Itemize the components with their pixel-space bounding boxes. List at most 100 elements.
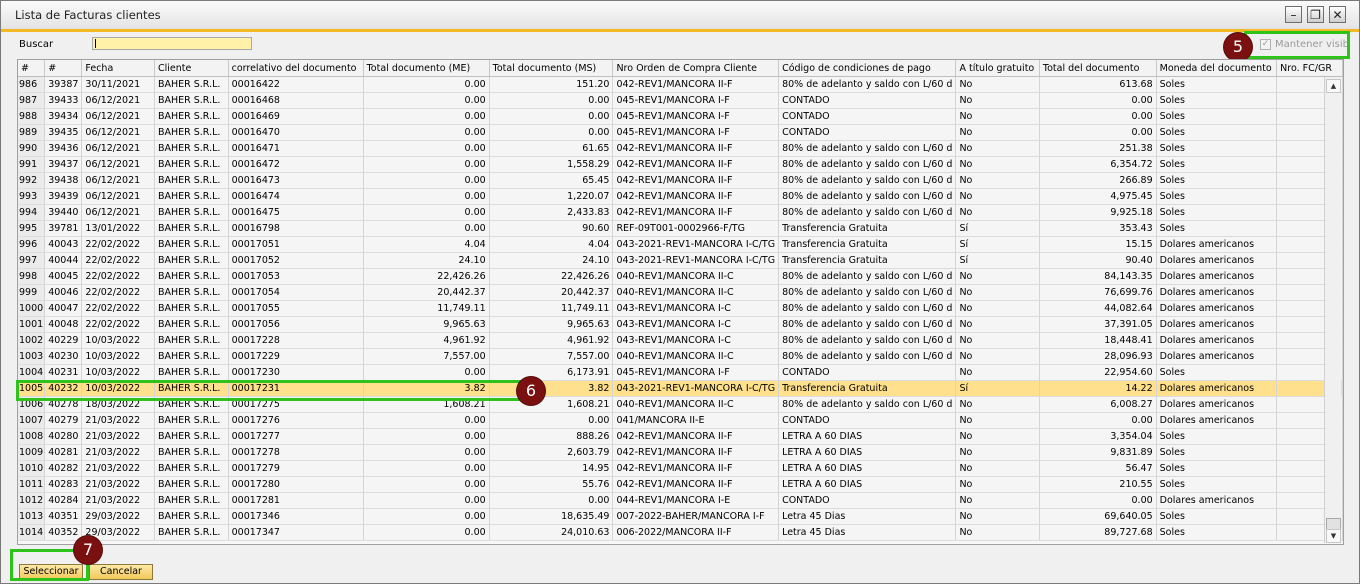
- table-row[interactable]: 988 39434 06/12/2021 BAHER S.R.L. 00016469 0.…: [18, 108, 1343, 125]
- table-row[interactable]: 997 40044 22/02/2022 BAHER S.R.L. 00017052 24…: [18, 252, 1343, 269]
- table-cell: 22,426.26: [363, 268, 490, 285]
- table-cell: 00017347: [228, 524, 364, 541]
- row-number-cell: 992: [18, 172, 46, 189]
- table-cell: 11,749.11: [363, 300, 490, 317]
- table-row[interactable]: 998 40045 22/02/2022 BAHER S.R.L. 00017053 22…: [18, 268, 1343, 285]
- table-cell: 045-REV1/MANCORA I-F: [612, 364, 780, 381]
- table-cell: 0.00: [363, 108, 490, 125]
- table-cell: 06/12/2021: [81, 188, 155, 205]
- table-cell: 0.00: [363, 140, 490, 157]
- search-label: Buscar: [19, 39, 54, 50]
- column-header[interactable]: #: [18, 60, 46, 77]
- table-cell: 14.22: [1039, 380, 1157, 397]
- column-header[interactable]: Cliente: [154, 60, 229, 77]
- table-cell: 24.10: [363, 252, 490, 269]
- table-cell: No: [955, 268, 1040, 285]
- table-cell: 13/01/2022: [81, 220, 155, 237]
- row-number-cell: 1007: [18, 412, 46, 429]
- table-cell: 06/12/2021: [81, 108, 155, 125]
- column-header[interactable]: Nro. FC/GR: [1276, 60, 1343, 77]
- column-header[interactable]: Moneda del documento: [1156, 60, 1278, 77]
- table-row[interactable]: 1003 40230 10/03/2022 BAHER S.R.L. 00017229 7…: [18, 348, 1343, 365]
- table-cell: No: [955, 204, 1040, 221]
- table-cell: Soles: [1156, 140, 1278, 157]
- table-cell: 22,426.26: [489, 268, 614, 285]
- table-cell: BAHER S.R.L.: [154, 220, 229, 237]
- scroll-down-icon[interactable]: ▼: [1326, 529, 1341, 543]
- table-cell: 80% de adelanto y saldo con L/60 d: [778, 76, 957, 93]
- table-row[interactable]: 1013 40351 29/03/2022 BAHER S.R.L. 00017346 0…: [18, 508, 1343, 525]
- table-row[interactable]: 987 39433 06/12/2021 BAHER S.R.L. 00016468 0.…: [18, 92, 1343, 109]
- table-row[interactable]: 992 39438 06/12/2021 BAHER S.R.L. 00016473 0.…: [18, 172, 1343, 189]
- table-cell: 39437: [44, 156, 83, 173]
- column-header[interactable]: Total documento (ME): [363, 60, 490, 77]
- table-row[interactable]: 1000 40047 22/02/2022 BAHER S.R.L. 00017055 1…: [18, 300, 1343, 317]
- search-input[interactable]: [92, 37, 252, 50]
- vertical-scrollbar[interactable]: ▲ ▼: [1324, 77, 1341, 543]
- column-header[interactable]: Total documento (MS): [489, 60, 614, 77]
- table-row[interactable]: 989 39435 06/12/2021 BAHER S.R.L. 00016470 0.…: [18, 124, 1343, 141]
- table-cell: 00016422: [228, 76, 364, 93]
- table-cell: 39781: [44, 220, 83, 237]
- column-header[interactable]: A título gratuito: [955, 60, 1040, 77]
- table-cell: 80% de adelanto y saldo con L/60 d: [778, 348, 957, 365]
- table-cell: 40231: [44, 364, 83, 381]
- table-cell: BAHER S.R.L.: [154, 92, 229, 109]
- table-row[interactable]: 986 39387 30/11/2021 BAHER S.R.L. 00016422 0.…: [18, 76, 1343, 93]
- table-cell: 043-2021-REV1-MANCORA I-C/TG: [612, 252, 780, 269]
- table-cell: 40281: [44, 444, 83, 461]
- table-cell: Dolares americanos: [1156, 348, 1278, 365]
- table-cell: 0.00: [1039, 124, 1157, 141]
- table-row[interactable]: 1001 40048 22/02/2022 BAHER S.R.L. 00017056 9…: [18, 316, 1343, 333]
- table-cell: BAHER S.R.L.: [154, 412, 229, 429]
- table-cell: 80% de adelanto y saldo con L/60 d: [778, 204, 957, 221]
- table-cell: 80% de adelanto y saldo con L/60 d: [778, 396, 957, 413]
- table-cell: 00016475: [228, 204, 364, 221]
- table-row[interactable]: 991 39437 06/12/2021 BAHER S.R.L. 00016472 0.…: [18, 156, 1343, 173]
- column-header[interactable]: Nro Orden de Compra Cliente: [612, 60, 780, 77]
- table-row[interactable]: 999 40046 22/02/2022 BAHER S.R.L. 00017054 20…: [18, 284, 1343, 301]
- table-cell: 40044: [44, 252, 83, 269]
- table-cell: 1,220.07: [489, 188, 614, 205]
- column-header[interactable]: Código de condiciones de pago: [778, 60, 957, 77]
- table-row[interactable]: 990 39436 06/12/2021 BAHER S.R.L. 00016471 0.…: [18, 140, 1343, 157]
- table-cell: 40280: [44, 428, 83, 445]
- scroll-up-icon[interactable]: ▲: [1326, 79, 1341, 93]
- table-row[interactable]: 994 39440 06/12/2021 BAHER S.R.L. 00016475 0.…: [18, 204, 1343, 221]
- column-header[interactable]: #: [44, 60, 83, 77]
- table-row[interactable]: 1012 40284 21/03/2022 BAHER S.R.L. 00017281 0…: [18, 492, 1343, 509]
- table-row[interactable]: 995 39781 13/01/2022 BAHER S.R.L. 00016798 0.…: [18, 220, 1343, 237]
- table-cell: 21/03/2022: [81, 428, 155, 445]
- cancel-button[interactable]: Cancelar: [89, 564, 153, 580]
- table-row[interactable]: 1009 40281 21/03/2022 BAHER S.R.L. 00017278 0…: [18, 444, 1343, 461]
- table-row[interactable]: 1002 40229 10/03/2022 BAHER S.R.L. 00017228 4…: [18, 332, 1343, 349]
- column-header[interactable]: correlativo del documento: [228, 60, 364, 77]
- table-cell: 0.00: [363, 508, 490, 525]
- table-row[interactable]: 1011 40283 21/03/2022 BAHER S.R.L. 00017280 0…: [18, 476, 1343, 493]
- table-cell: 353.43: [1039, 220, 1157, 237]
- table-cell: BAHER S.R.L.: [154, 492, 229, 509]
- table-cell: 00016468: [228, 92, 364, 109]
- table-cell: 15.15: [1039, 236, 1157, 253]
- table-cell: 00017230: [228, 364, 364, 381]
- column-header[interactable]: Fecha: [81, 60, 155, 77]
- minimize-icon[interactable]: –: [1285, 6, 1302, 23]
- table-row[interactable]: 1004 40231 10/03/2022 BAHER S.R.L. 00017230 0…: [18, 364, 1343, 381]
- table-cell: 00017053: [228, 268, 364, 285]
- table-row[interactable]: 1007 40279 21/03/2022 BAHER S.R.L. 00017276 0…: [18, 412, 1343, 429]
- restore-icon[interactable]: ❐: [1307, 6, 1324, 23]
- table-row[interactable]: 1014 40352 29/03/2022 BAHER S.R.L. 00017347 0…: [18, 524, 1343, 541]
- table-cell: 00017056: [228, 316, 364, 333]
- table-cell: 1,558.29: [489, 156, 614, 173]
- table-cell: 045-REV1/MANCORA I-F: [612, 108, 780, 125]
- row-number-cell: 1011: [18, 476, 46, 493]
- table-row[interactable]: 1008 40280 21/03/2022 BAHER S.R.L. 00017277 0…: [18, 428, 1343, 445]
- table-cell: Letra 45 Dias: [778, 508, 957, 525]
- table-cell: 00017278: [228, 444, 364, 461]
- table-row[interactable]: 993 39439 06/12/2021 BAHER S.R.L. 00016474 0.…: [18, 188, 1343, 205]
- table-row[interactable]: 1010 40282 21/03/2022 BAHER S.R.L. 00017279 0…: [18, 460, 1343, 477]
- close-icon[interactable]: ✕: [1329, 6, 1346, 23]
- table-row[interactable]: 996 40043 22/02/2022 BAHER S.R.L. 00017051 4.…: [18, 236, 1343, 253]
- column-header[interactable]: Total del documento: [1039, 60, 1157, 77]
- table-cell: 0.00: [363, 188, 490, 205]
